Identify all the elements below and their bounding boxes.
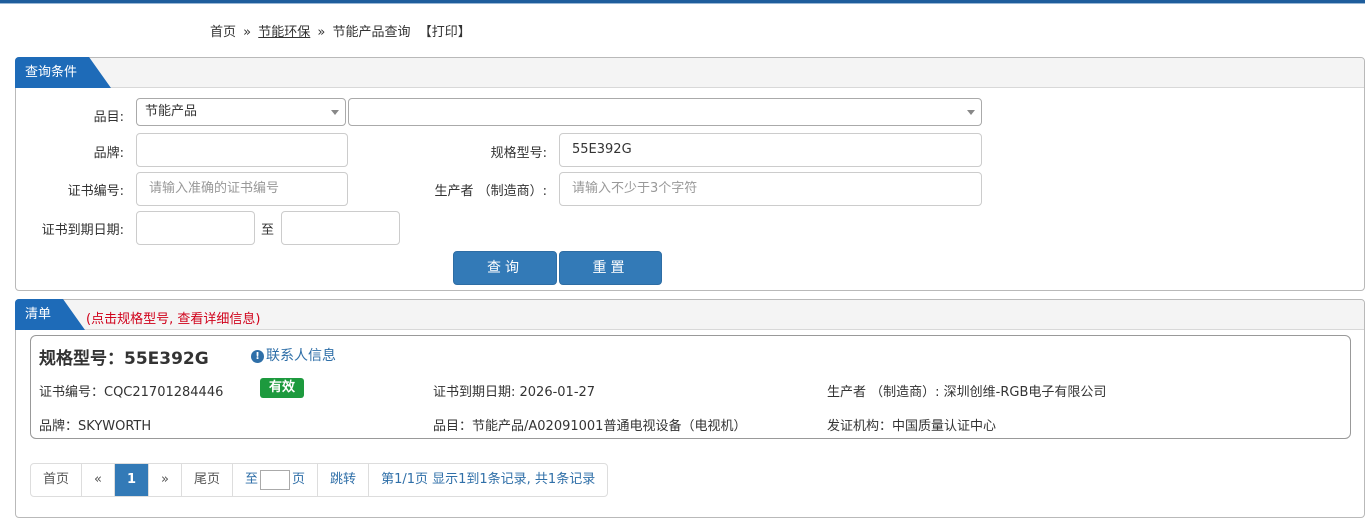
- expiry-from-input[interactable]: [136, 211, 255, 245]
- list-item: 规格型号：55E392G ! 联系人信息 证书编号：CQC21701284446 …: [30, 335, 1351, 439]
- cert-no-input[interactable]: 请输入准确的证书编号: [136, 172, 348, 206]
- category-text: 品目：节能产品/A02091001普通电视设备（电视机）: [433, 419, 747, 434]
- chevron-down-icon: [967, 110, 975, 115]
- last-page-button[interactable]: 尾页: [182, 464, 234, 496]
- jump-button[interactable]: 跳转: [318, 464, 370, 496]
- cert-no-label: 证书编号:: [67, 184, 124, 199]
- category-label: 品目:: [93, 110, 124, 125]
- info-icon: !: [251, 350, 264, 363]
- expiry-to-input[interactable]: [281, 211, 400, 245]
- breadcrumb-separator: »: [243, 25, 252, 40]
- breadcrumb-home[interactable]: 首页: [210, 25, 236, 40]
- list-panel-header: 清单 (点击规格型号, 查看详细信息): [15, 299, 1364, 330]
- manufacturer-label: 生产者 （制造商）:: [434, 184, 547, 199]
- manufacturer-input[interactable]: 请输入不少于3个字符: [559, 172, 982, 206]
- first-page-button[interactable]: 首页: [31, 464, 83, 496]
- issuer-text: 发证机构：中国质量认证中心: [827, 419, 997, 434]
- query-panel-header: 查询条件: [15, 57, 1364, 88]
- manufacturer-text: 生产者 （制造商）: 深圳创维-RGB电子有限公司: [827, 385, 1107, 400]
- expiry-text: 证书到期日期: 2026-01-27: [433, 385, 596, 400]
- breadcrumb-separator: »: [317, 25, 326, 40]
- breadcrumb: 首页 » 节能环保 » 节能产品查询 【打印】: [210, 21, 471, 40]
- chevron-down-icon: [331, 110, 339, 115]
- model-label: 规格型号:: [490, 146, 547, 161]
- query-panel-title: 查询条件: [15, 57, 111, 88]
- goto-page-input[interactable]: [260, 469, 291, 490]
- print-link[interactable]: 【打印】: [419, 25, 471, 40]
- contact-info-label: 联系人信息: [266, 348, 336, 364]
- goto-page-group: 至页: [233, 464, 319, 496]
- status-badge: 有效: [260, 378, 305, 398]
- list-panel-note: (点击规格型号, 查看详细信息): [86, 312, 261, 327]
- breadcrumb-current: 节能产品查询: [332, 25, 411, 40]
- goto-suffix: 页: [292, 472, 306, 487]
- expiry-to-label: 至: [261, 223, 275, 238]
- pagination: 首页 « 1 » 尾页 至页 跳转 第1/1页 显示1到1条记录, 共1条记录: [30, 463, 609, 497]
- category-select-value: 节能产品: [145, 104, 198, 119]
- subcategory-select[interactable]: [348, 98, 982, 126]
- list-panel-title: 清单: [15, 299, 85, 330]
- list-panel: 清单 (点击规格型号, 查看详细信息) 规格型号：55E392G ! 联系人信息 …: [15, 299, 1365, 518]
- goto-prefix: 至: [245, 472, 259, 487]
- brand-text: 品牌：SKYWORTH: [39, 419, 152, 434]
- breadcrumb-category-link[interactable]: 节能环保: [258, 25, 310, 40]
- expiry-label: 证书到期日期:: [41, 223, 124, 238]
- brand-label: 品牌:: [93, 146, 124, 161]
- model-input[interactable]: 55E392G: [559, 133, 982, 167]
- query-panel: 查询条件 品目: 节能产品 品牌: 规格型号: 55E392G 证书编号: 请输…: [15, 57, 1365, 291]
- query-button[interactable]: 查询: [453, 251, 557, 285]
- prev-page-button[interactable]: «: [82, 464, 115, 496]
- next-page-button[interactable]: »: [149, 464, 182, 496]
- contact-info-link[interactable]: ! 联系人信息: [251, 345, 336, 365]
- category-select[interactable]: 节能产品: [136, 98, 346, 126]
- model-title-link[interactable]: 规格型号：55E392G: [39, 344, 209, 369]
- top-accent-bar: [0, 0, 1365, 4]
- brand-input[interactable]: [136, 133, 348, 167]
- reset-button[interactable]: 重置: [559, 251, 662, 285]
- current-page-button[interactable]: 1: [114, 464, 150, 496]
- page-summary: 第1/1页 显示1到1条记录, 共1条记录: [381, 472, 596, 487]
- cert-no-text: 证书编号：CQC21701284446: [39, 385, 224, 400]
